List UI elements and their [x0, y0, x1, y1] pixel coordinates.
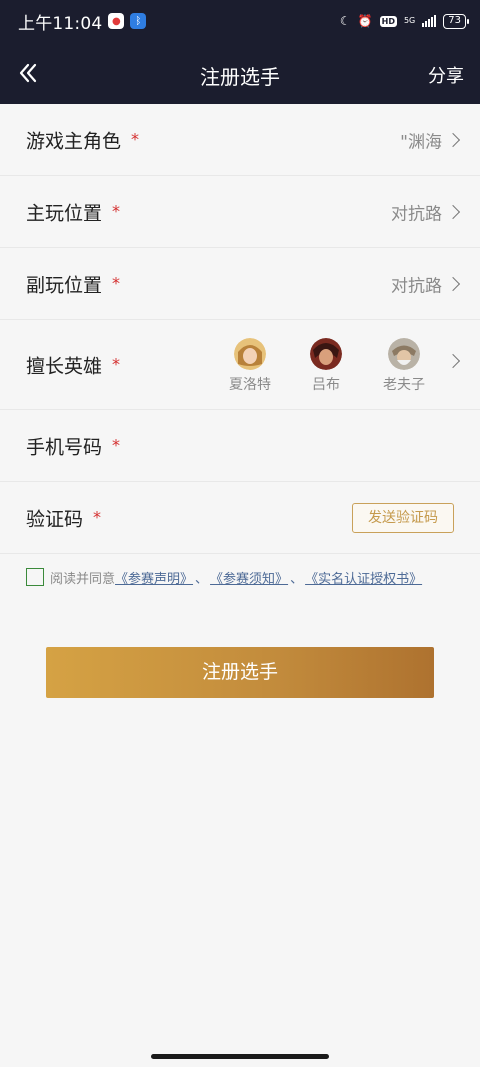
- page-title: 注册选手: [200, 65, 280, 89]
- hero-name: 老夫子: [383, 377, 425, 393]
- notification-app-icon: ●: [108, 13, 125, 29]
- phone-row[interactable]: 手机号码 *: [0, 410, 480, 482]
- agreement-prefix: 阅读并同意: [50, 571, 116, 587]
- real-name-authorization-link[interactable]: 《实名认证授权书》: [305, 568, 422, 587]
- status-indicators: ☾ ⏰ HD 5G 73: [339, 13, 469, 29]
- hero-item[interactable]: 老夫子: [374, 338, 434, 394]
- chevron-right-icon: [445, 204, 461, 219]
- chevron-right-icon: [445, 276, 461, 291]
- hero-item[interactable]: 吕布: [296, 338, 356, 394]
- hd-badge: HD: [379, 15, 397, 27]
- secondary-position-label: 副玩位置 *: [26, 273, 121, 296]
- notification-bluetooth-icon: ᛒ: [130, 13, 147, 29]
- home-indicator[interactable]: [151, 1054, 329, 1059]
- main-role-label: 游戏主角色 *: [26, 129, 140, 152]
- network-label: 5G: [403, 16, 416, 25]
- entry-notice-link[interactable]: 《参赛须知》: [210, 568, 288, 587]
- main-position-value: 对抗路: [391, 204, 442, 224]
- chevron-right-icon: [445, 132, 461, 147]
- hero-avatar: [310, 338, 342, 370]
- signal-icon: [422, 15, 437, 27]
- alarm-icon: ⏰: [357, 14, 373, 28]
- moon-icon: ☾: [339, 14, 351, 28]
- separator: 、: [290, 571, 304, 587]
- required-mark: *: [93, 507, 102, 526]
- code-row[interactable]: 验证码 * 发送验证码: [0, 482, 480, 554]
- hero-avatar: [388, 338, 420, 370]
- required-mark: *: [112, 435, 121, 454]
- secondary-position-value: 对抗路: [391, 276, 442, 296]
- registration-form: 游戏主角色 * "渊海 主玩位置 * 对抗路 副玩位置 * 对抗路 擅长英雄 * 夏洛特: [0, 104, 480, 554]
- heroes-row[interactable]: 擅长英雄 * 夏洛特 吕布 老夫子: [0, 320, 480, 410]
- status-bar: 上午11:04 ● ᛒ ☾ ⏰ HD 5G 73: [0, 0, 480, 42]
- battery-icon: 73: [443, 13, 469, 29]
- heroes-label: 擅长英雄 *: [26, 354, 121, 377]
- chevron-right-icon: [445, 353, 461, 369]
- main-role-row[interactable]: 游戏主角色 * "渊海: [0, 104, 480, 176]
- hero-name: 夏洛特: [229, 377, 271, 393]
- main-role-value: "渊海: [400, 132, 442, 152]
- status-time: 上午11:04: [18, 13, 103, 34]
- required-mark: *: [112, 201, 121, 220]
- code-label: 验证码 *: [26, 507, 102, 530]
- send-code-button[interactable]: 发送验证码: [352, 502, 454, 533]
- main-position-label: 主玩位置 *: [26, 201, 121, 224]
- entry-declaration-link[interactable]: 《参赛声明》: [115, 568, 193, 587]
- nav-bar: 注册选手 分享: [0, 42, 480, 104]
- separator: 、: [195, 571, 209, 587]
- hero-item[interactable]: 夏洛特: [220, 338, 280, 394]
- secondary-position-row[interactable]: 副玩位置 * 对抗路: [0, 248, 480, 320]
- share-button[interactable]: 分享: [428, 62, 464, 88]
- required-mark: *: [112, 273, 121, 292]
- phone-label: 手机号码 *: [26, 435, 121, 458]
- hero-avatar: [234, 338, 266, 370]
- main-position-row[interactable]: 主玩位置 * 对抗路: [0, 176, 480, 248]
- register-button[interactable]: 注册选手: [46, 647, 434, 698]
- required-mark: *: [112, 354, 121, 373]
- hero-name: 吕布: [312, 377, 340, 393]
- required-mark: *: [131, 129, 140, 148]
- agreement-line: 阅读并同意 《参赛声明》 、 《参赛须知》 、 《实名认证授权书》: [26, 567, 466, 587]
- agreement-checkbox[interactable]: [26, 568, 44, 586]
